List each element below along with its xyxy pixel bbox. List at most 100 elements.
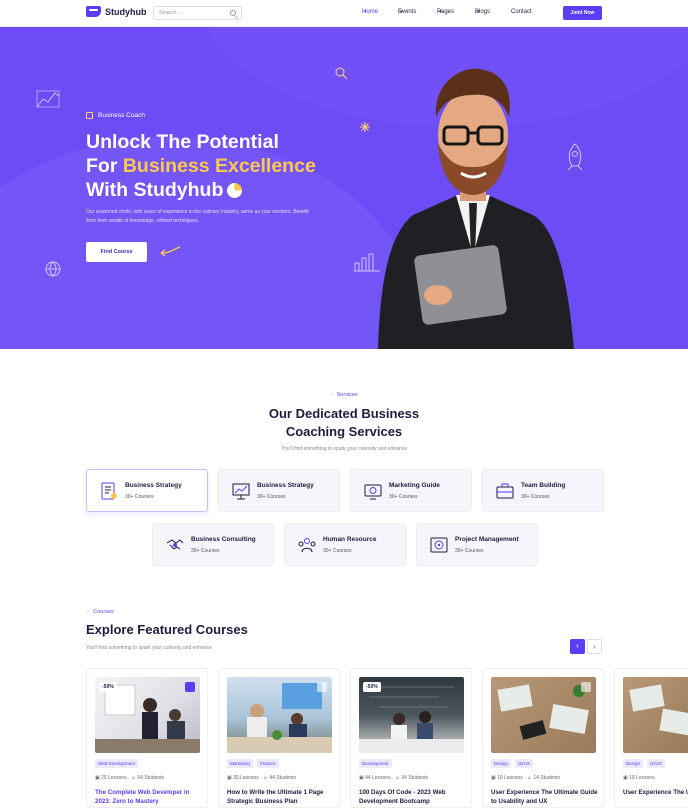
hero-title-line1: Unlock The Potential — [86, 131, 279, 153]
bookmark-icon[interactable] — [581, 682, 591, 692]
lessons-icon: ▣ — [491, 775, 496, 781]
chevron-down-icon: ▾ — [477, 9, 480, 15]
course-tag[interactable]: Development — [359, 759, 392, 768]
bookmark-icon[interactable] — [185, 682, 195, 692]
bookmark-icon[interactable] — [317, 682, 327, 692]
find-course-button[interactable]: Find Course — [86, 242, 147, 262]
service-card-count: 30+ Courses — [191, 548, 220, 554]
service-card-count: 30+ Courses — [389, 494, 418, 500]
course-title[interactable]: The Complete Web Developer in 2023: Zero… — [95, 788, 203, 806]
service-card[interactable]: Business Strategy 30+ Courses — [218, 469, 340, 512]
course-meta: ▣ 19 Lessons — [623, 775, 655, 781]
course-meta: ▣ 30 Lessons ☺ 44 Students — [227, 775, 297, 781]
course-image — [227, 677, 332, 753]
courses-tag: ◌ Courses — [86, 609, 114, 615]
course-image: -50% — [95, 677, 200, 753]
services-tag: ◌ Services — [330, 392, 358, 398]
lightbulb-icon: ◌ — [86, 609, 90, 615]
lessons-icon: ▣ — [359, 775, 364, 781]
logo-text: Studyhub — [105, 6, 147, 17]
lessons-icon: ▣ — [227, 775, 232, 781]
course-tag[interactable]: Web Development — [95, 759, 138, 768]
chevron-down-icon: ▾ — [364, 9, 367, 15]
strategy-doc-icon — [101, 482, 117, 500]
analytics-doodle-icon — [36, 90, 60, 108]
service-card[interactable]: Human Resource 30+ Courses — [284, 523, 406, 566]
hero-title: Unlock The Potential For Business Excell… — [86, 130, 386, 202]
course-meta: ▣ 25 Lessons ☺ 54 Students — [95, 775, 165, 781]
pie-chart-icon — [227, 183, 243, 198]
course-image — [491, 677, 596, 753]
course-card[interactable]: -50% Development ▣ 44 Lessons ☺ 34 Stude… — [350, 668, 472, 808]
nav-item-contact[interactable]: Contact — [511, 9, 532, 15]
service-card[interactable]: Project Management 30+ Courses — [416, 523, 538, 566]
course-card[interactable]: Design UI/UX ▣ 19 Lessons ☺ 14 Students U… — [482, 668, 604, 808]
course-meta: ▣ 44 Lessons ☺ 34 Students — [359, 775, 429, 781]
course-tag[interactable]: Finance — [256, 759, 279, 768]
discount-badge: -50% — [99, 682, 117, 692]
chevron-down-icon: ▾ — [400, 9, 403, 15]
service-card-title: Marketing Guide — [389, 482, 440, 489]
service-card-count: 30+ Courses — [521, 494, 550, 500]
students-icon: ☺ — [394, 775, 400, 781]
service-card[interactable]: Business Consulting 30+ Courses — [152, 523, 274, 566]
curved-arrow-icon — [160, 246, 181, 257]
hero-description: Our seasoned chefs, with years of experi… — [86, 209, 309, 224]
service-card[interactable]: Business Strategy 30+ Courses — [86, 469, 208, 512]
services-title: Our Dedicated Business Coaching Services — [268, 406, 420, 439]
course-tag[interactable]: Design — [491, 759, 512, 768]
search-icon[interactable] — [230, 10, 236, 16]
service-card-count: 30+ Courses — [323, 548, 352, 554]
course-card[interactable]: -50% Web Development ▣ 25 Lessons ☺ 54 S… — [86, 668, 208, 808]
course-tag[interactable]: UI/UX — [647, 759, 666, 768]
handshake-icon — [166, 539, 184, 550]
discount-badge: -50% — [363, 682, 381, 692]
search-input[interactable]: Search... — [153, 6, 242, 20]
service-card-count: 30+ Courses — [257, 494, 286, 500]
logo[interactable]: Studyhub — [86, 6, 147, 17]
lightbulb-doodle-icon — [335, 67, 348, 80]
students-icon: ☺ — [526, 775, 532, 781]
students-icon: ☺ — [130, 775, 136, 781]
service-card-title: Human Resource — [323, 536, 377, 543]
course-image — [623, 677, 688, 753]
students-icon: ☺ — [262, 775, 268, 781]
course-tag[interactable]: UI/UX — [515, 759, 534, 768]
service-card-title: Project Management — [455, 536, 519, 543]
course-tag[interactable]: Marketing — [227, 759, 253, 768]
service-card[interactable]: Marketing Guide 30+ Courses — [350, 469, 472, 512]
course-tag[interactable]: Design — [623, 759, 644, 768]
hero-section: Business Coach Unlock The Potential For … — [0, 27, 688, 349]
lightbulb-icon: ◌ — [330, 392, 334, 398]
top-navbar: Studyhub Search... Home ▾ Events ▾ Pages ▾ … — [0, 0, 688, 27]
marketing-screen-icon — [364, 484, 382, 500]
chart-board-icon — [232, 483, 250, 500]
globe-doodle-icon — [45, 261, 61, 277]
service-card[interactable]: Team Building 30+ Courses — [482, 469, 604, 512]
course-title[interactable]: User Experience The Ultimate Guide to Us… — [623, 788, 688, 797]
hero-badge-label: Business Coach — [98, 112, 145, 119]
service-card-title: Team Building — [521, 482, 566, 489]
chevron-down-icon: ▾ — [439, 9, 442, 15]
course-card[interactable]: Design UI/UX ▣ 19 Lessons User Experience… — [614, 668, 688, 808]
services-subtitle: You'll find something to spark your curi… — [281, 446, 407, 452]
service-card-title: Business Strategy — [125, 482, 182, 489]
target-icon — [430, 537, 448, 553]
course-title[interactable]: 100 Days Of Code - 2023 Web Development … — [359, 788, 467, 806]
hero-title-line3: With Studyhub — [86, 178, 386, 202]
hero-person-image — [378, 68, 574, 349]
hero-title-accent: Business Excellence — [122, 155, 316, 177]
course-card[interactable]: Marketing Finance ▣ 30 Lessons ☺ 44 Stude… — [218, 668, 340, 808]
prev-arrow-button[interactable]: ‹ — [570, 639, 585, 654]
service-card-count: 30+ Courses — [125, 494, 154, 500]
service-card-count: 30+ Courses — [455, 548, 484, 554]
hero-title-line2: For Business Excellence — [86, 155, 316, 177]
service-card-title: Business Consulting — [191, 536, 256, 543]
course-title[interactable]: How to Write the Ultimate 1 Page Strateg… — [227, 788, 335, 806]
join-now-button[interactable]: Joint Now — [563, 6, 602, 20]
briefcase-icon — [86, 112, 93, 119]
lessons-icon: ▣ — [623, 775, 628, 781]
next-arrow-button[interactable]: › — [587, 639, 602, 654]
course-title[interactable]: User Experience The Ultimate Guide to Us… — [491, 788, 599, 806]
hero-badge: Business Coach — [86, 112, 145, 119]
